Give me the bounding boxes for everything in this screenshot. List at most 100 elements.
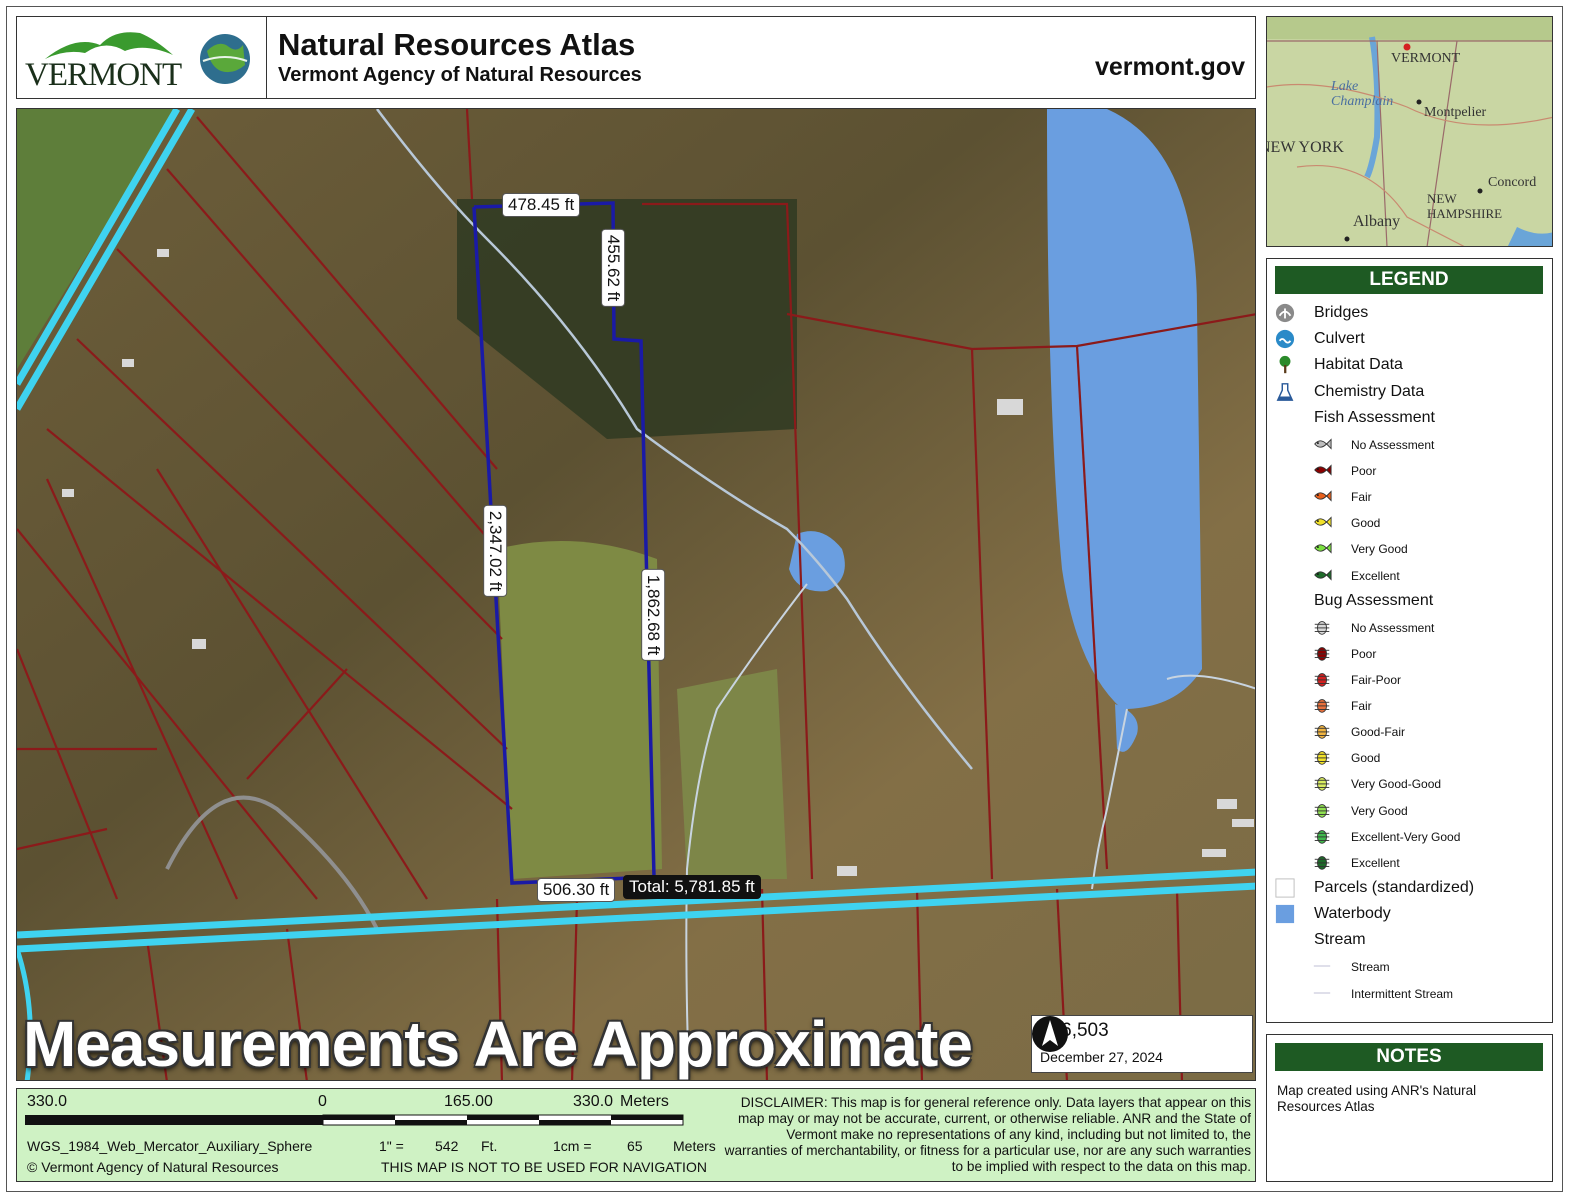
legend-item: Good: [1267, 512, 1547, 534]
legend-item: Very Good-Good: [1267, 773, 1547, 795]
fish-icon: [1314, 568, 1332, 581]
bug-icon: [1314, 725, 1330, 739]
inset-label: VERMONT: [1391, 51, 1461, 66]
inset-label: Albany: [1353, 213, 1401, 230]
legend-item-label: Fair: [1351, 699, 1372, 714]
field-area: [497, 541, 662, 879]
map-footer: 330.0 0 165.00 330.0 Meters WGS_1984_Web…: [16, 1088, 1256, 1182]
legend-item: Habitat Data: [1267, 355, 1547, 377]
legend-item-label: Fish Assessment: [1314, 408, 1435, 426]
site-link[interactable]: vermont.gov: [1095, 53, 1245, 82]
legend-item: Bug Assessment: [1267, 591, 1547, 613]
cm-scale-unit: Meters: [673, 1138, 716, 1154]
map-canvas: [17, 109, 1255, 1080]
fish-icon: [1314, 490, 1332, 502]
inset-label: NEW YORK: [1266, 139, 1344, 156]
approximate-watermark: Measurements Are Approximate: [23, 1008, 973, 1080]
legend-item-label: Fair-Poor: [1351, 673, 1402, 687]
map-date: December 27, 2024: [1040, 1049, 1163, 1065]
parcel-swatch: [1275, 878, 1295, 898]
projection-text: WGS_1984_Web_Mercator_Auxiliary_Sphere: [27, 1138, 313, 1154]
legend-item: Fair: [1267, 486, 1547, 508]
bug-icon: [1314, 855, 1330, 870]
legend-item-label: Stream: [1314, 931, 1366, 949]
stream-line: [1313, 991, 1331, 994]
legend-item: Bridges: [1267, 303, 1547, 325]
flask-icon: [1276, 382, 1294, 401]
measurement-label-top: 478.45 ft: [502, 193, 581, 217]
scale-unit: Meters: [620, 1093, 669, 1110]
inset-label: NEW HAMPSHIRE: [1427, 191, 1503, 221]
legend-item: No Assessment: [1267, 434, 1547, 456]
legend-item-label: Culvert: [1314, 330, 1365, 348]
tree-icon: [1279, 356, 1291, 374]
legend-item-label: Very Good-Good: [1351, 777, 1442, 792]
scale-bar: [25, 1114, 684, 1126]
legend-item: Poor: [1267, 643, 1547, 665]
stream-line: [1313, 965, 1331, 968]
inset-label: Montpelier: [1424, 105, 1487, 120]
field-area: [677, 669, 787, 879]
map-header: VERMONT Natural Resources Atlas Vermont …: [16, 16, 1256, 99]
bridge-icon: [1275, 303, 1295, 323]
disclaimer-text: DISCLAIMER: This map is for general refe…: [724, 1095, 1251, 1174]
culvert-icon: [1275, 330, 1295, 349]
measurement-label-bottom: 506.30 ft: [537, 878, 616, 902]
legend-item: Stream: [1267, 956, 1547, 978]
inch-scale-value: 542: [435, 1138, 459, 1154]
legend-item-label: Excellent: [1351, 568, 1400, 583]
legend-item: Excellent: [1267, 852, 1547, 874]
legend-item: Very Good: [1267, 538, 1547, 560]
legend-item: Excellent-Very Good: [1267, 826, 1547, 848]
vermont-wordmark: VERMONT: [25, 57, 182, 93]
notes-panel: NOTES Map created using ANR's Natural Re…: [1266, 1034, 1553, 1182]
locator-map[interactable]: VERMONT Lake Champlain Montpelier NEW YO…: [1266, 16, 1553, 247]
fish-icon: [1314, 438, 1332, 450]
measurement-label-right-lower: 1,862.68 ft: [641, 568, 666, 662]
anr-globe-icon: [200, 34, 250, 84]
legend-item: No Assessment: [1267, 617, 1547, 639]
page-title: Natural Resources Atlas: [278, 27, 636, 62]
cm-scale-label: 1cm =: [553, 1138, 592, 1154]
legend-item-label: Poor: [1351, 646, 1377, 661]
legend-item-label: Intermittent Stream: [1351, 986, 1454, 1001]
legend-item: Waterbody: [1267, 904, 1547, 926]
bug-icon: [1314, 673, 1330, 687]
scale-tick-label: 165.00: [444, 1093, 493, 1110]
legend-panel: LEGEND Bridges Culvert Habitat Data Chemist…: [1266, 258, 1553, 1023]
bug-icon: [1314, 751, 1330, 766]
bug-icon: [1314, 803, 1330, 818]
inch-scale-unit: Ft.: [481, 1138, 498, 1154]
legend-item: Culvert: [1267, 329, 1547, 351]
copyright-text: © Vermont Agency of Natural Resources: [27, 1159, 279, 1175]
legend-item-label: Parcels (standardized): [1314, 878, 1475, 896]
scale-tick-label: 330.0: [573, 1093, 614, 1110]
legend-item-label: Excellent-Very Good: [1351, 829, 1461, 844]
bug-icon: [1314, 829, 1330, 844]
legend-item-label: Bug Assessment: [1314, 591, 1434, 609]
legend-item: Stream: [1267, 930, 1547, 952]
legend-item-label: Stream: [1351, 960, 1390, 975]
legend-item-label: Poor: [1351, 464, 1377, 479]
legend-item: Fair: [1267, 695, 1547, 717]
navigation-warning: THIS MAP IS NOT TO BE USED FOR NAVIGATIO…: [381, 1159, 707, 1175]
legend-item: Intermittent Stream: [1267, 983, 1547, 1005]
legend-item: Excellent: [1267, 565, 1547, 587]
map-view[interactable]: 478.45 ft 455.62 ft 2,347.02 ft 1,862.68…: [16, 108, 1256, 1081]
legend-item: Good-Fair: [1267, 721, 1547, 743]
legend-item: Parcels (standardized): [1267, 878, 1547, 900]
bug-icon: [1314, 646, 1330, 661]
cm-scale-value: 65: [627, 1138, 643, 1154]
inset-label: Lake Champlain: [1331, 79, 1394, 109]
scale-tick-label: 330.0: [27, 1093, 68, 1110]
inch-scale-label: 1" =: [379, 1138, 404, 1154]
inset-label: Concord: [1488, 175, 1537, 190]
legend-item: Fair-Poor: [1267, 669, 1547, 691]
notes-title: NOTES: [1275, 1043, 1543, 1071]
legend-item-label: Good-Fair: [1351, 725, 1406, 740]
measurement-label-right-upper: 455.62 ft: [601, 228, 626, 308]
fish-icon: [1314, 516, 1332, 528]
legend-title: LEGEND: [1275, 266, 1543, 294]
scale-box: 1: 6,503 December 27, 2024: [1031, 1015, 1253, 1073]
legend-item-label: Bridges: [1314, 304, 1369, 321]
